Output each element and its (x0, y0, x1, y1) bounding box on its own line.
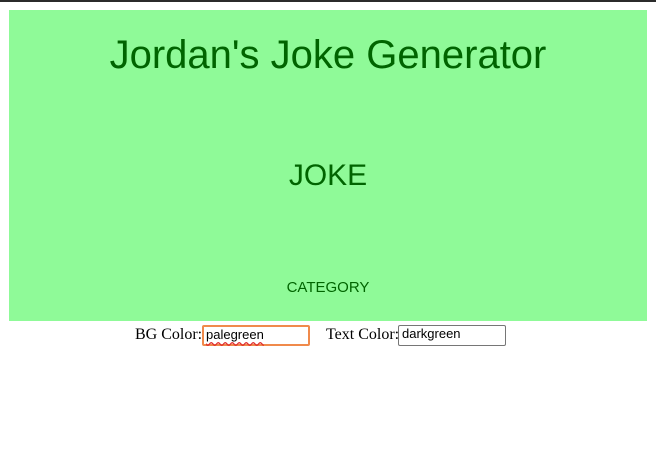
bg-color-input[interactable]: palegreen (202, 325, 310, 346)
joke-panel: Jordan's Joke Generator JOKE CATEGORY (9, 10, 647, 321)
text-color-label: Text Color: (326, 326, 400, 343)
bg-color-label: BG Color: (135, 326, 203, 343)
color-controls: BG Color: palegreen Text Color: darkgree… (0, 325, 656, 347)
bg-color-value: palegreen (206, 327, 264, 342)
joke-text: JOKE (288, 159, 368, 192)
page-title: Jordan's Joke Generator (109, 33, 547, 77)
joke-category: CATEGORY (286, 279, 370, 296)
top-border (0, 0, 656, 2)
text-color-value: darkgreen (402, 326, 461, 341)
text-color-input[interactable]: darkgreen (398, 325, 506, 346)
